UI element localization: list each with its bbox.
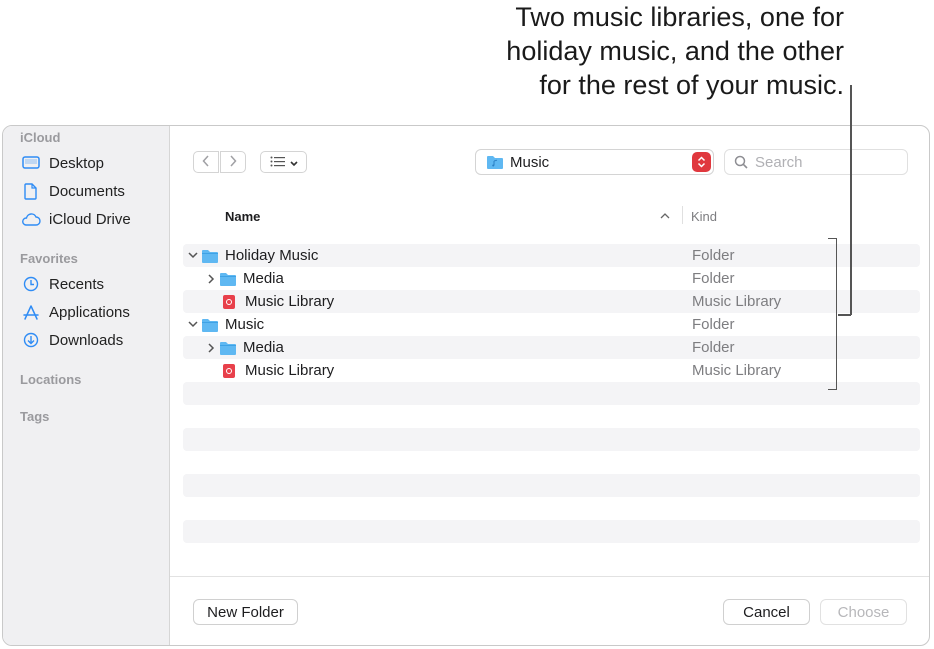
disclosure-closed-icon[interactable]	[203, 342, 219, 353]
row-kind: Music Library	[692, 293, 782, 310]
sidebar-item-applications[interactable]: Applications	[21, 300, 130, 324]
sidebar-item-label: Downloads	[49, 331, 124, 349]
sidebar-item-downloads[interactable]: Downloads	[21, 328, 123, 352]
row-name: Music Library	[245, 293, 335, 310]
view-options-button[interactable]	[260, 151, 307, 173]
column-header-name[interactable]: Name	[225, 200, 260, 232]
chevron-right-icon	[229, 154, 237, 170]
table-row[interactable]: Music Folder	[183, 313, 920, 336]
folder-icon	[220, 341, 236, 355]
empty-row	[183, 405, 920, 428]
empty-row	[183, 428, 920, 451]
clock-icon	[21, 274, 41, 294]
choose-button[interactable]: Choose	[820, 599, 907, 625]
new-folder-button[interactable]: New Folder	[193, 599, 298, 625]
music-folder-icon	[486, 155, 504, 169]
music-library-icon	[223, 363, 235, 378]
row-kind: Folder	[692, 339, 735, 356]
disclosure-open-icon[interactable]	[185, 252, 201, 259]
open-dialog-window: iCloud Desktop Documents iCloud Drive Fa…	[2, 125, 930, 646]
location-label: Music	[510, 153, 550, 171]
cloud-icon	[21, 209, 41, 229]
sidebar-item-documents[interactable]: Documents	[21, 179, 125, 203]
column-header-kind[interactable]: Kind	[691, 200, 717, 232]
table-row[interactable]: Media Folder	[183, 267, 920, 290]
sidebar-item-desktop[interactable]: Desktop	[21, 151, 104, 175]
sidebar-item-label: iCloud Drive	[49, 210, 131, 228]
sidebar-item-label: Documents	[49, 182, 125, 200]
sort-ascending-icon[interactable]	[660, 200, 670, 232]
row-name: Media	[243, 270, 284, 287]
search-placeholder: Search	[755, 153, 803, 171]
desktop-icon	[21, 153, 41, 173]
callout-bracket	[828, 238, 837, 390]
callout-leader-tick	[838, 314, 851, 316]
callout-annotation: Two music libraries, one for holiday mus…	[424, 0, 844, 102]
sidebar-section-locations: Locations	[20, 372, 82, 387]
row-name: Music	[225, 316, 265, 333]
empty-row	[183, 497, 920, 520]
sidebar-item-label: Applications	[49, 303, 130, 321]
footer-divider	[170, 576, 929, 577]
list-view-icon	[270, 154, 286, 170]
table-row[interactable]: Holiday Music Folder	[183, 244, 920, 267]
row-kind: Folder	[692, 270, 735, 287]
back-button[interactable]	[193, 151, 219, 173]
table-row[interactable]: Music Library Music Library	[183, 290, 920, 313]
music-library-icon	[223, 294, 235, 309]
chevron-left-icon	[202, 154, 210, 170]
document-icon	[21, 181, 41, 201]
sidebar-section-icloud: iCloud	[20, 130, 61, 145]
folder-icon	[202, 249, 218, 263]
search-field[interactable]: Search	[724, 149, 908, 175]
location-popup[interactable]: Music	[475, 149, 714, 175]
row-kind: Folder	[692, 316, 735, 333]
empty-row	[183, 520, 920, 543]
sidebar-item-icloud-drive[interactable]: iCloud Drive	[21, 207, 131, 231]
sidebar-section-favorites: Favorites	[20, 251, 78, 266]
callout-line-2: holiday music, and the other	[506, 36, 844, 66]
disclosure-open-icon[interactable]	[185, 321, 201, 328]
row-kind: Folder	[692, 247, 735, 264]
empty-row	[183, 382, 920, 405]
sidebar-item-label: Desktop	[49, 154, 105, 172]
row-name: Music Library	[245, 362, 335, 379]
download-icon	[21, 330, 41, 350]
callout-line-1: Two music libraries, one for	[515, 2, 844, 32]
sidebar-item-label: Recents	[49, 275, 105, 293]
row-name: Media	[243, 339, 284, 356]
folder-icon	[202, 318, 218, 332]
popup-stepper-icon	[692, 152, 711, 172]
applications-icon	[21, 302, 41, 322]
forward-button[interactable]	[220, 151, 246, 173]
disclosure-closed-icon[interactable]	[203, 273, 219, 284]
table-row[interactable]: Media Folder	[183, 336, 920, 359]
folder-icon	[220, 272, 236, 286]
sidebar-section-tags: Tags	[20, 409, 50, 424]
row-name: Holiday Music	[225, 247, 319, 264]
chevron-down-icon	[289, 154, 298, 170]
callout-leader-line	[850, 85, 852, 315]
cancel-button[interactable]: Cancel	[723, 599, 810, 625]
sidebar-item-recents[interactable]: Recents	[21, 272, 104, 296]
empty-row	[183, 543, 920, 566]
callout-line-3: for the rest of your music.	[539, 70, 844, 100]
row-kind: Music Library	[692, 362, 782, 379]
empty-row	[183, 451, 920, 474]
search-icon	[734, 155, 748, 169]
column-divider	[682, 206, 683, 224]
file-list: Holiday Music Folder Media Folder Music …	[183, 244, 920, 566]
empty-row	[183, 474, 920, 497]
table-row[interactable]: Music Library Music Library	[183, 359, 920, 382]
sidebar: iCloud Desktop Documents iCloud Drive Fa…	[3, 126, 170, 645]
